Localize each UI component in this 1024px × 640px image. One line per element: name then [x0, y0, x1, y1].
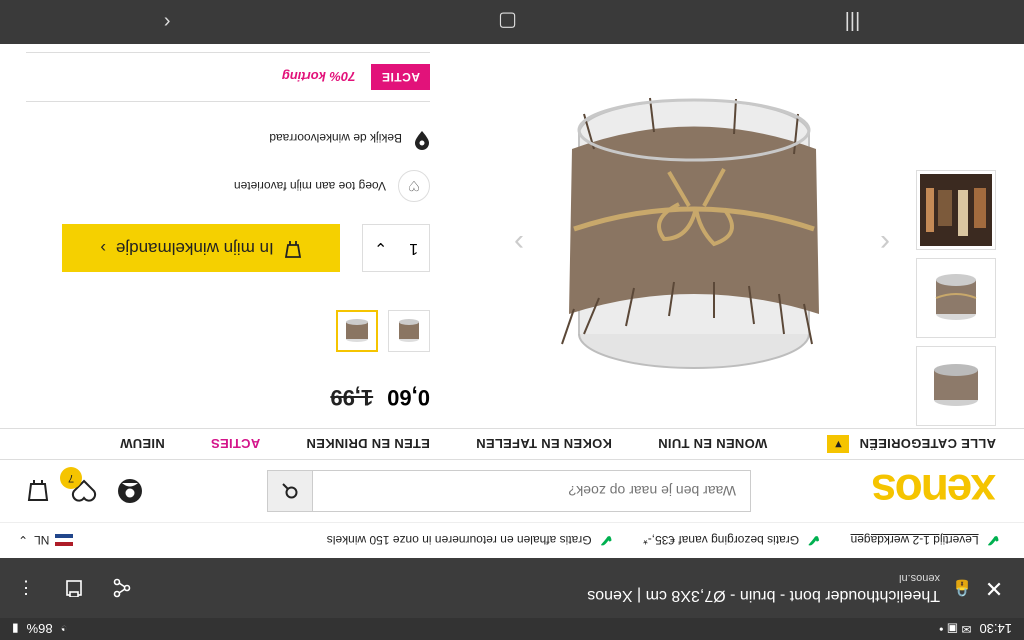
check-store-stock[interactable]: Bekijk de winkelvoorraad — [269, 127, 430, 150]
status-time: 14:30 — [979, 621, 1012, 637]
chevron-right-icon: › — [100, 239, 106, 258]
main-navigation: ALLE CATEGORIEËN ▼ WONEN EN TUIN KOKEN E… — [0, 428, 1024, 460]
xenos-logo[interactable]: xenos — [873, 465, 996, 517]
check-icon: ✔ — [986, 531, 1000, 549]
gallery-thumbnails — [914, 162, 996, 426]
add-to-favorites[interactable]: ♡ Voeg toe aan mijn favorieten — [234, 170, 430, 202]
check-icon: ✔ — [807, 531, 821, 549]
site-header: xenos 7 — [0, 460, 1024, 522]
notification-icons: ✉ ▣ • — [939, 622, 972, 636]
status-bar: 14:30 ✉ ▣ • ◔ 86% ▮ — [0, 618, 1024, 640]
share-icon[interactable] — [108, 574, 136, 602]
cart-icon — [284, 236, 302, 261]
chevron-down-icon: ⌄ — [373, 239, 388, 256]
usp-item: ✔ Gratis afhalen en retourneren in onze … — [327, 531, 613, 551]
wifi-icon: ◔ — [60, 622, 68, 636]
chevron-down-icon: ▼ — [827, 435, 850, 453]
nav-item-eten[interactable]: ETEN EN DRINKEN — [306, 437, 430, 452]
quantity-value: 1 — [409, 240, 419, 257]
search-bar — [267, 470, 752, 512]
security-icon[interactable]: 🔒 — [948, 578, 976, 598]
usp-text: Gratis bezorging vanaf €35,-* — [643, 533, 800, 548]
gallery-prev-arrow[interactable]: ‹ — [880, 226, 890, 260]
sale-price: 0,60 — [387, 385, 430, 410]
more-options-icon[interactable]: ⋮ — [12, 574, 40, 602]
language-selector[interactable]: NL ⌄ — [18, 533, 74, 548]
battery-level: 86% — [26, 621, 53, 637]
favorites-label: Voeg toe aan mijn favorieten — [233, 179, 386, 193]
account-icon[interactable] — [116, 477, 144, 505]
buy-row: 1 ⌄ In mijn winkelmandje › — [62, 224, 430, 272]
nav-item-nieuw[interactable]: NIEUW — [120, 437, 165, 452]
cart-icon[interactable] — [24, 477, 52, 505]
wishlist-count-badge: 7 — [60, 467, 82, 489]
promo-tag: ACTIE — [371, 64, 430, 90]
nav-item-koken[interactable]: KOKEN EN TAFELEN — [476, 437, 612, 452]
back-icon[interactable]: ‹ — [164, 11, 171, 34]
add-to-cart-label: In mijn winkelmandje — [115, 239, 274, 258]
wishlist-icon[interactable]: 7 — [60, 467, 98, 505]
variant-thumbnails — [336, 310, 430, 352]
page-title: Theelichthouder bont - bruin - Ø7,3X8 cm… — [587, 587, 940, 604]
chevron-down-icon: ⌄ — [18, 533, 29, 548]
quantity-select[interactable]: 1 ⌄ — [362, 224, 430, 272]
variant-thumbnail-selected[interactable] — [336, 310, 378, 352]
all-categories-menu[interactable]: ALLE CATEGORIEËN ▼ — [827, 435, 996, 453]
check-icon: ✔ — [599, 531, 614, 549]
all-categories-label: ALLE CATEGORIEËN — [859, 436, 996, 452]
heart-icon: ♡ — [398, 170, 430, 202]
usp-text: Gratis afhalen en retourneren in onze 15… — [326, 533, 592, 548]
variant-thumbnail[interactable] — [388, 310, 430, 352]
promo-banner: ACTIE 70% korting — [26, 64, 430, 90]
gallery-thumbnail[interactable] — [916, 258, 996, 338]
gallery-thumbnail[interactable] — [916, 170, 996, 250]
home-icon[interactable]: ▢ — [498, 10, 517, 35]
nav-item-wonen[interactable]: WONEN EN TUIN — [658, 437, 767, 452]
language-label: NL — [34, 533, 50, 548]
search-icon[interactable] — [268, 471, 314, 511]
product-image[interactable] — [514, 74, 874, 404]
original-price: 1,99 — [330, 385, 374, 410]
promo-text: 70% korting — [281, 69, 356, 85]
system-navigation-bar: ||| ▢ ‹ — [0, 0, 1024, 44]
page-domain: xenos.nl — [899, 572, 940, 584]
usp-item: ✔ Levertijd 1-2 werkdagen — [851, 531, 1000, 551]
stock-label: Bekijk de winkelvoorraad — [269, 131, 402, 146]
add-to-cart-button[interactable]: In mijn winkelmandje › — [62, 224, 340, 272]
screen: 14:30 ✉ ▣ • ◔ 86% ▮ ✕ 🔒 Theelichthouder … — [0, 0, 1024, 640]
location-pin-icon — [414, 127, 430, 150]
divider — [26, 52, 430, 53]
usp-text[interactable]: Levertijd 1-2 werkdagen — [851, 534, 979, 548]
recent-apps-icon[interactable]: ||| — [845, 11, 861, 34]
browser-toolbar: ✕ 🔒 Theelichthouder bont - bruin - Ø7,3X… — [0, 558, 1024, 618]
battery-icon: ▮ — [12, 622, 19, 636]
page-title-block: Theelichthouder bont - bruin - Ø7,3X8 cm… — [587, 572, 940, 604]
price-block: 0,60 1,99 — [330, 384, 430, 410]
usp-bar: ✔ Levertijd 1-2 werkdagen ✔ Gratis bezor… — [0, 522, 1024, 558]
nav-item-acties[interactable]: ACTIES — [211, 437, 260, 452]
dutch-flag-icon — [55, 534, 74, 547]
divider — [26, 101, 430, 102]
search-input[interactable] — [313, 471, 751, 511]
gallery-thumbnail[interactable] — [916, 346, 996, 426]
close-icon[interactable]: ✕ — [976, 570, 1012, 606]
usp-item: ✔ Gratis bezorging vanaf €35,-* — [643, 531, 821, 551]
open-in-browser-icon[interactable] — [60, 574, 88, 602]
